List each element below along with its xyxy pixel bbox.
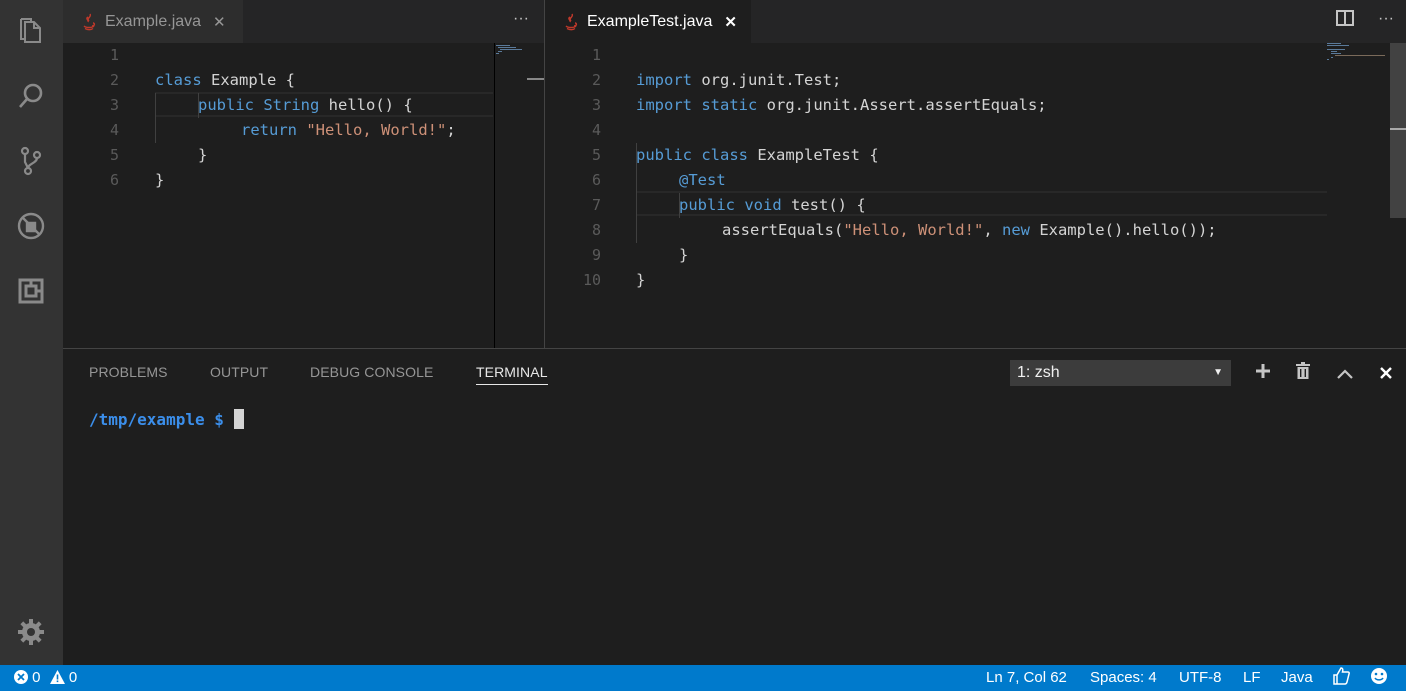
- encoding[interactable]: UTF-8: [1179, 665, 1222, 691]
- source-control-icon[interactable]: [12, 142, 50, 180]
- code-line: }: [636, 271, 646, 289]
- code-line: public void test() {: [679, 196, 866, 214]
- line-number: 1: [591, 46, 601, 64]
- tab-output[interactable]: OUTPUT: [210, 364, 268, 380]
- line-number: 5: [109, 146, 119, 164]
- line-number: 4: [591, 121, 601, 139]
- vertical-scrollbar[interactable]: [1390, 43, 1406, 218]
- new-terminal-icon[interactable]: [1252, 361, 1274, 385]
- line-ending[interactable]: LF: [1243, 665, 1261, 691]
- close-icon[interactable]: ✕: [724, 13, 737, 31]
- line-number: 8: [591, 221, 601, 239]
- gear-icon[interactable]: [12, 613, 50, 651]
- line-number: 3: [591, 96, 601, 114]
- code-line: @Test: [679, 171, 726, 189]
- tab-example-java[interactable]: Example.java ✕: [63, 0, 243, 43]
- line-number: 9: [591, 246, 601, 264]
- tab-bar: Example.java ✕ ···: [63, 0, 544, 43]
- code-line: }: [155, 171, 165, 189]
- smiley-icon[interactable]: [1370, 665, 1388, 691]
- extensions-icon[interactable]: [12, 272, 50, 310]
- problems-status[interactable]: 0 0: [14, 665, 77, 691]
- code-line: }: [198, 146, 208, 164]
- tab-terminal[interactable]: TERMINAL: [476, 364, 548, 385]
- overview-ruler-cursor: [1390, 128, 1406, 130]
- line-number: 6: [591, 171, 601, 189]
- feedback-icon[interactable]: [1332, 665, 1350, 691]
- line-number: 2: [109, 71, 119, 89]
- bottom-panel: PROBLEMS OUTPUT DEBUG CONSOLE TERMINAL 1…: [63, 348, 1406, 665]
- line-number: 6: [109, 171, 119, 189]
- terminal-prompt[interactable]: /tmp/example $: [89, 409, 244, 429]
- warning-icon: [49, 670, 65, 684]
- search-icon[interactable]: [12, 77, 50, 115]
- line-number: 7: [591, 196, 601, 214]
- line-number: 3: [109, 96, 119, 114]
- overview-ruler-cursor: [527, 78, 544, 80]
- more-actions-icon[interactable]: ···: [509, 10, 533, 32]
- line-number: 4: [109, 121, 119, 139]
- tab-label: Example.java: [105, 12, 202, 30]
- code-line: class Example {: [155, 71, 295, 89]
- tab-bar: ExampleTest.java ✕ ···: [545, 0, 1406, 43]
- activity-bar: [0, 0, 63, 665]
- tab-label: ExampleTest.java: [587, 12, 713, 30]
- java-icon: [565, 13, 578, 30]
- cursor-position[interactable]: Ln 7, Col 62: [986, 665, 1067, 691]
- chevron-up-icon[interactable]: [1334, 361, 1356, 385]
- indent-guide: [155, 93, 156, 143]
- tab-exampletest-java[interactable]: ExampleTest.java ✕: [545, 0, 751, 43]
- editor-group-right: ExampleTest.java ✕ ··· 1 import org.juni…: [545, 0, 1406, 348]
- more-actions-icon[interactable]: ···: [1374, 10, 1398, 32]
- minimap[interactable]: [1327, 43, 1389, 348]
- trash-icon[interactable]: [1292, 361, 1314, 385]
- tab-debug-console[interactable]: DEBUG CONSOLE: [310, 364, 433, 380]
- minimap[interactable]: [495, 43, 525, 348]
- code-line: assertEquals("Hello, World!", new Exampl…: [722, 221, 1217, 239]
- line-number: 1: [109, 46, 119, 64]
- terminal-select-value: 1: zsh: [1017, 364, 1060, 381]
- chevron-down-icon: ▼: [1213, 367, 1223, 378]
- code-line: }: [679, 246, 689, 264]
- code-line: public String hello() {: [198, 96, 413, 114]
- java-icon: [83, 13, 96, 30]
- line-number: 10: [582, 271, 601, 289]
- close-panel-icon[interactable]: [1375, 361, 1397, 385]
- split-editor-icon[interactable]: [1333, 10, 1357, 32]
- editor-group-left: Example.java ✕ ··· 1 class Example { 2 p…: [63, 0, 544, 348]
- error-icon: [14, 670, 28, 684]
- code-line: import static org.junit.Assert.assertEqu…: [636, 96, 1047, 114]
- code-line: import org.junit.Test;: [636, 71, 842, 89]
- tab-problems[interactable]: PROBLEMS: [89, 364, 168, 380]
- terminal-select[interactable]: 1: zsh ▼: [1010, 360, 1231, 386]
- language-mode[interactable]: Java: [1281, 665, 1313, 691]
- explorer-icon[interactable]: [12, 12, 50, 50]
- status-bar: 0 0 Ln 7, Col 62 Spaces: 4 UTF-8 LF Java: [0, 665, 1406, 691]
- code-line: return "Hello, World!";: [241, 121, 456, 139]
- code-line: public class ExampleTest {: [636, 146, 879, 164]
- prompt-text: /tmp/example $: [89, 410, 224, 429]
- debug-icon[interactable]: [12, 207, 50, 245]
- error-count: 0: [32, 669, 41, 686]
- line-number: 5: [591, 146, 601, 164]
- line-number: 2: [591, 71, 601, 89]
- warning-count: 0: [68, 669, 78, 686]
- close-icon[interactable]: ✕: [213, 13, 226, 31]
- indentation[interactable]: Spaces: 4: [1090, 665, 1157, 691]
- terminal-cursor: [233, 409, 244, 429]
